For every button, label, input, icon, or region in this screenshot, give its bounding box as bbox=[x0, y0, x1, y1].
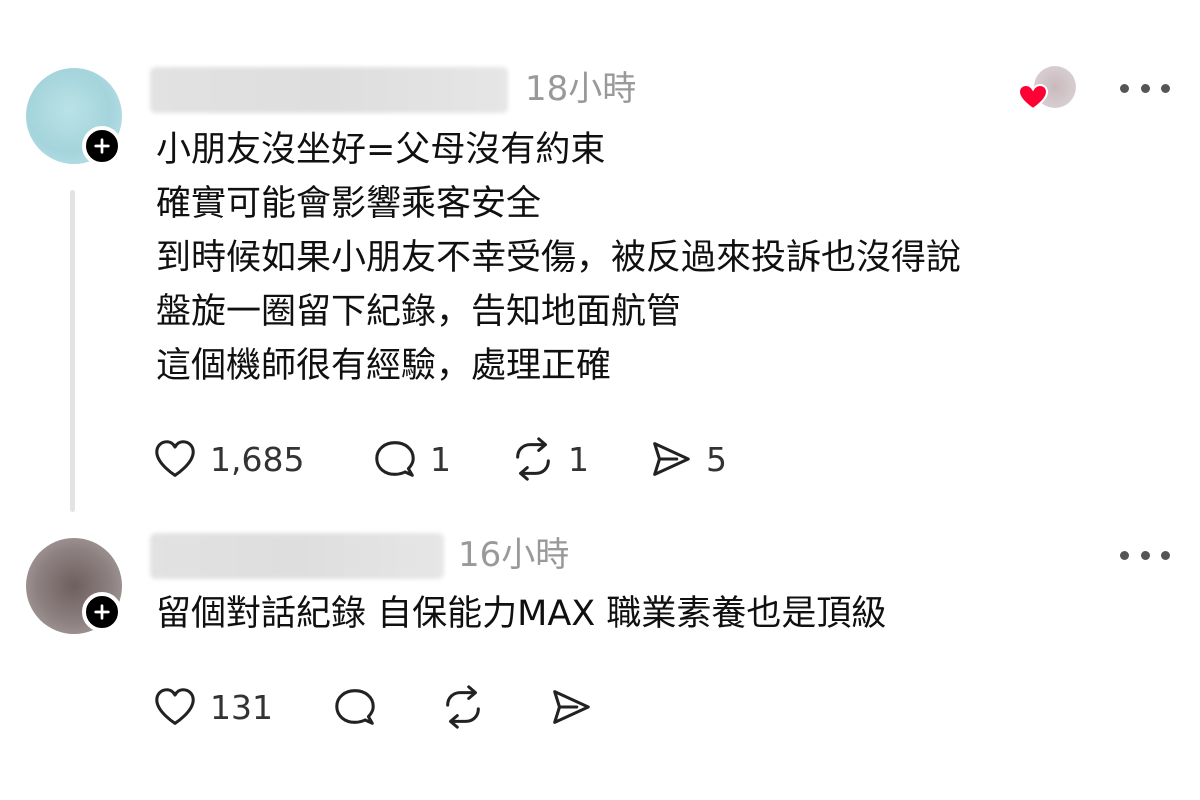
action-bar: 1,685 1 1 5 bbox=[152, 434, 727, 484]
reply-button[interactable]: 1 bbox=[372, 436, 510, 482]
comment-text: 留個對話紀錄 自保能力MAX 職業素養也是頂級 bbox=[156, 587, 886, 641]
plus-icon bbox=[94, 138, 110, 154]
red-heart-icon bbox=[1018, 84, 1048, 110]
follow-button[interactable] bbox=[82, 592, 122, 632]
username-blurred[interactable] bbox=[150, 533, 444, 579]
share-count: 5 bbox=[706, 439, 727, 479]
speech-bubble-icon bbox=[375, 441, 415, 477]
reply-count: 1 bbox=[430, 439, 451, 479]
threads-comment-list: 18小時 小朋友沒坐好=父母沒有約束 確實可能會影響乘客安全 到時候如果小朋友不… bbox=[0, 0, 1200, 800]
repost-button[interactable] bbox=[440, 684, 548, 730]
thread-line bbox=[70, 190, 75, 512]
username-blurred[interactable] bbox=[150, 67, 508, 113]
timestamp: 16小時 bbox=[458, 535, 570, 575]
like-button[interactable]: 1,685 bbox=[152, 436, 372, 482]
follow-button[interactable] bbox=[82, 126, 122, 166]
share-button[interactable] bbox=[548, 684, 594, 730]
timestamp: 18小時 bbox=[525, 69, 637, 109]
comment-text: 小朋友沒坐好=父母沒有約束 確實可能會影響乘客安全 到時候如果小朋友不幸受傷，被… bbox=[156, 123, 961, 393]
heart-outline-icon bbox=[155, 440, 195, 477]
speech-bubble-icon bbox=[335, 689, 375, 725]
comment-line: 確實可能會影響乘客安全 bbox=[156, 184, 542, 224]
comment-line: 盤旋一圈留下紀錄，告知地面航管 bbox=[156, 292, 682, 332]
comment-line: 到時候如果小朋友不幸受傷，被反過來投訴也沒得說 bbox=[156, 238, 962, 278]
send-icon bbox=[553, 690, 590, 724]
like-button[interactable]: 131 bbox=[152, 684, 332, 730]
repost-arrows-icon bbox=[516, 437, 550, 481]
comment-line: 這個機師很有經驗，處理正確 bbox=[156, 346, 612, 386]
more-dots-icon bbox=[1120, 83, 1129, 93]
more-options-button[interactable] bbox=[1120, 76, 1170, 100]
more-dots-icon bbox=[1120, 550, 1129, 560]
repost-button[interactable]: 1 bbox=[510, 436, 648, 482]
more-options-button[interactable] bbox=[1120, 543, 1170, 567]
send-icon bbox=[653, 442, 690, 476]
repost-count: 1 bbox=[568, 439, 589, 479]
comment-line: 小朋友沒坐好=父母沒有約束 bbox=[156, 130, 606, 170]
like-count: 1,685 bbox=[210, 439, 305, 479]
plus-icon bbox=[94, 604, 110, 620]
heart-outline-icon bbox=[155, 688, 195, 725]
share-button[interactable]: 5 bbox=[648, 436, 727, 482]
comment-line: 留個對話紀錄 自保能力MAX 職業素養也是頂級 bbox=[156, 594, 887, 634]
reply-button[interactable] bbox=[332, 684, 440, 730]
like-count: 131 bbox=[210, 687, 273, 727]
action-bar: 131 bbox=[152, 682, 594, 732]
repost-arrows-icon bbox=[446, 685, 480, 729]
